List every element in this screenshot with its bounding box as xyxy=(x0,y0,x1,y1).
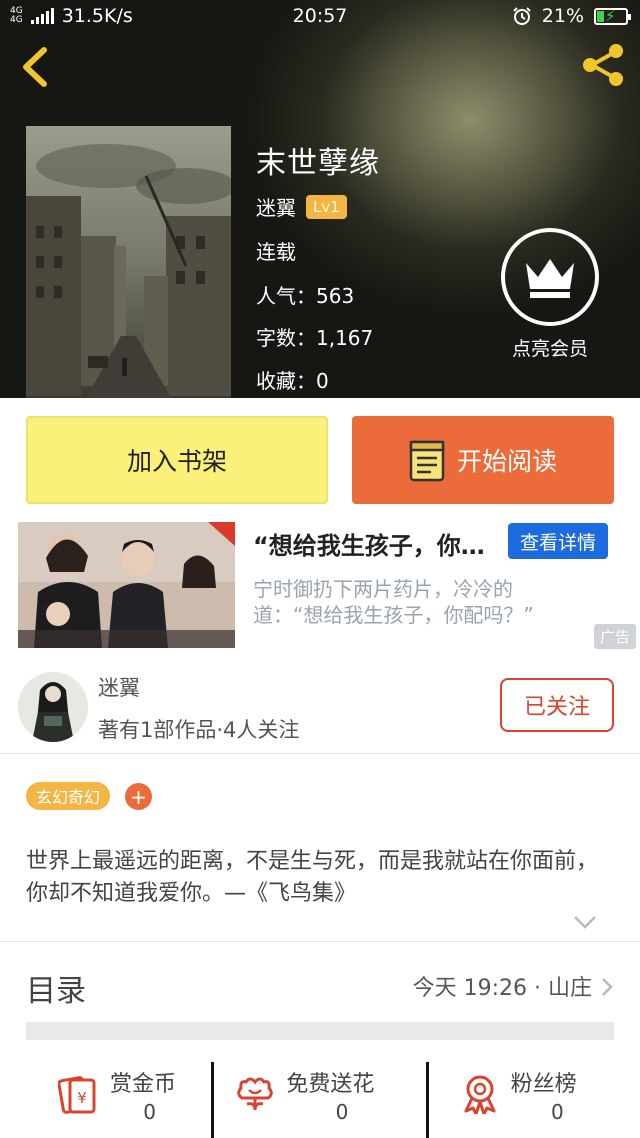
send-flower-label[interactable]: 免费送花 xyxy=(286,1066,374,1098)
author-level-badge: Lv1 xyxy=(306,194,347,219)
ad-banner[interactable]: “想给我生孩子，你… 查看详情 宁时御扔下两片药片，冷冷的道：“想给我生孩子，你… xyxy=(0,520,640,658)
catalog-row[interactable]: 目录 今天 19:26 · 山庄 xyxy=(0,942,640,1062)
book-popularity: 人气：563 xyxy=(256,284,355,308)
ad-image[interactable] xyxy=(18,522,235,648)
follow-button[interactable]: 已关注 xyxy=(500,678,614,732)
section-divider xyxy=(26,1022,614,1040)
fan-ranking-label[interactable]: 粉丝榜 xyxy=(511,1066,577,1098)
book-header: 4G 4G 31.5K/s 20:57 21% ⚡ 末世孽缘 迷翼 Lv1 连载… xyxy=(0,0,640,398)
latest-chapter[interactable]: 今天 19:26 · 山庄 xyxy=(413,970,592,1002)
ad-details-button[interactable]: 查看详情 xyxy=(508,523,608,559)
synopsis: 世界上最遥远的距离，不是生与死，而是我就站在你面前，你却不知道我爱你。—《飞鸟集… xyxy=(26,849,599,906)
book-icon xyxy=(409,440,445,482)
book-cover[interactable] xyxy=(26,126,231,398)
book-title: 末世孽缘 xyxy=(256,146,380,181)
fan-ranking-button[interactable]: 粉丝榜 0 xyxy=(425,1062,640,1138)
author-card[interactable]: 迷翼 著有1部作品·4人关注 已关注 xyxy=(0,658,640,754)
ad-label: 广告 xyxy=(593,624,636,649)
battery-percent: 21% xyxy=(541,5,584,27)
vip-button[interactable]: 点亮会员 xyxy=(500,228,600,361)
add-tag-button[interactable]: + xyxy=(125,783,152,810)
catalog-label[interactable]: 目录 xyxy=(26,966,86,1010)
crown-icon[interactable] xyxy=(501,228,599,326)
genre-tag[interactable]: 玄幻奇幻 xyxy=(26,782,111,810)
action-bar: 加入书架 开始阅读 xyxy=(0,398,640,520)
book-favorites: 收藏：0 xyxy=(256,369,329,393)
reward-coins-button[interactable]: ¥ 赏金币 0 xyxy=(0,1062,211,1138)
book-author[interactable]: 迷翼 xyxy=(256,192,296,221)
book-status: 连载 xyxy=(256,240,296,264)
battery-icon: ⚡ xyxy=(594,7,631,25)
book-info: 玄幻奇幻 + 世界上最遥远的距离，不是生与死，而是我就站在你面前，你却不知道我爱… xyxy=(0,754,640,942)
reward-coins-value: 0 xyxy=(143,1100,157,1124)
book-word-count: 字数：1,167 xyxy=(256,326,374,350)
back-icon[interactable] xyxy=(14,42,58,92)
ad-title[interactable]: “想给我生孩子，你… xyxy=(253,526,498,561)
avatar[interactable] xyxy=(18,672,88,742)
vip-label[interactable]: 点亮会员 xyxy=(500,334,600,361)
share-icon[interactable] xyxy=(578,40,628,90)
alarm-icon xyxy=(513,7,531,25)
chevron-right-icon[interactable] xyxy=(600,976,614,998)
author-info: 著有1部作品·4人关注 xyxy=(98,718,300,742)
status-bar: 4G 4G 31.5K/s 20:57 21% ⚡ xyxy=(0,0,640,34)
ad-description[interactable]: 宁时御扔下两片药片，冷冷的道：“想给我生孩子，你配吗？” xyxy=(253,576,573,628)
start-reading-button[interactable]: 开始阅读 xyxy=(352,416,614,504)
author-name[interactable]: 迷翼 xyxy=(98,672,140,702)
fan-ranking-value: 0 xyxy=(550,1100,564,1124)
add-to-shelf-button[interactable]: 加入书架 xyxy=(26,416,328,504)
expand-chevron-icon[interactable] xyxy=(572,914,598,930)
bottom-stats: ¥ 赏金币 0 免费送花 0 粉丝榜 0 xyxy=(0,1062,640,1138)
reward-coins-label[interactable]: 赏金币 xyxy=(110,1066,176,1098)
send-flower-value: 0 xyxy=(335,1100,349,1124)
send-flower-button[interactable]: 免费送花 0 xyxy=(211,1062,425,1138)
book-author-row[interactable]: 迷翼 Lv1 xyxy=(256,192,347,221)
start-reading-label[interactable]: 开始阅读 xyxy=(457,442,557,478)
